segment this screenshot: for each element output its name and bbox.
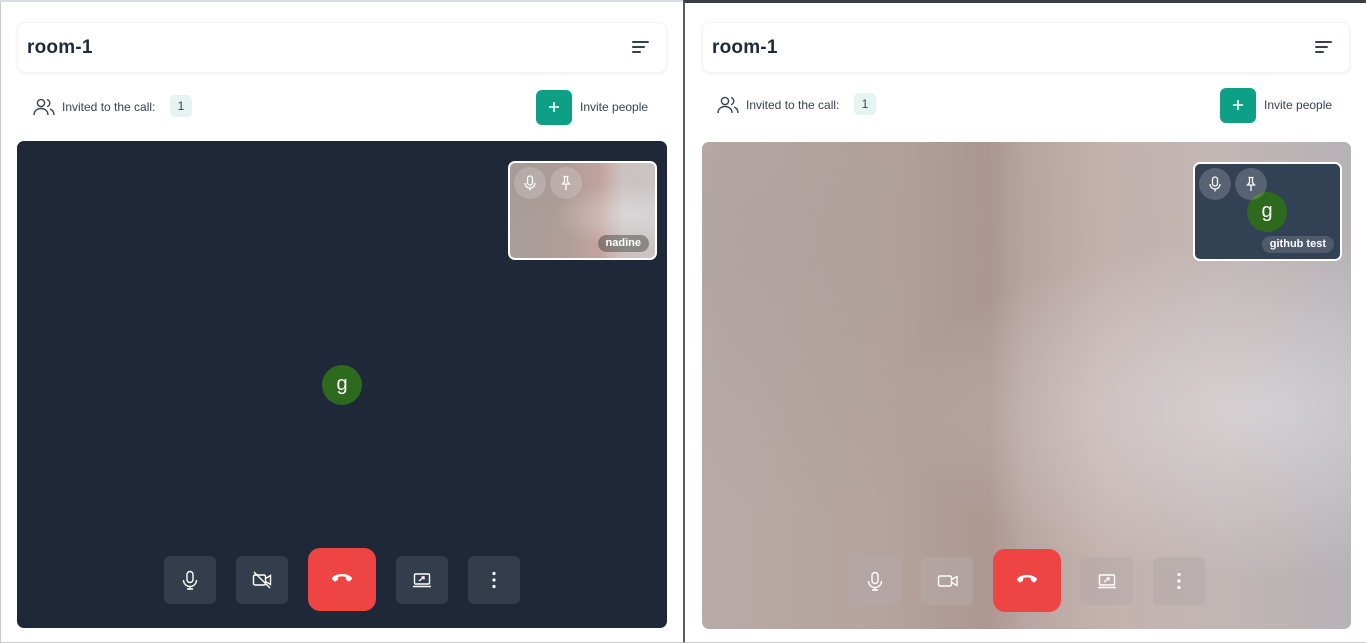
invite-people-label[interactable]: Invite people bbox=[580, 100, 648, 114]
room-title: room-1 bbox=[712, 37, 778, 58]
mic-icon bbox=[1209, 176, 1221, 192]
screen-share-icon bbox=[1098, 574, 1116, 589]
call-controls bbox=[849, 549, 1205, 613]
room-title: room-1 bbox=[27, 37, 93, 58]
menu-icon[interactable] bbox=[1315, 39, 1333, 55]
video-off-icon bbox=[252, 571, 272, 589]
hang-up-button[interactable] bbox=[308, 548, 376, 611]
room-header: room-1 bbox=[17, 22, 667, 73]
invite-row: Invited to the call: 1 Invite people bbox=[33, 90, 653, 126]
more-vertical-icon bbox=[1177, 572, 1181, 590]
invite-people-button[interactable] bbox=[1220, 88, 1256, 123]
invite-people-label[interactable]: Invite people bbox=[1264, 98, 1332, 112]
invited-label: Invited to the call: bbox=[62, 100, 156, 114]
people-icon bbox=[717, 96, 739, 114]
thumbnail-mic-button[interactable] bbox=[1199, 168, 1231, 200]
invited-count-badge: 1 bbox=[170, 95, 192, 117]
screen-share-icon bbox=[413, 573, 431, 588]
pin-icon bbox=[561, 175, 571, 190]
mic-toggle-button[interactable] bbox=[849, 557, 901, 605]
thumbnail-mic-button[interactable] bbox=[514, 167, 546, 199]
mic-icon bbox=[524, 175, 536, 191]
thumbnail-pin-button[interactable] bbox=[1235, 168, 1267, 200]
main-avatar: g bbox=[322, 365, 362, 405]
participant-name-tag: github test bbox=[1261, 236, 1334, 253]
more-options-button[interactable] bbox=[468, 556, 520, 604]
invited-count-badge: 1 bbox=[854, 93, 876, 115]
mic-icon bbox=[867, 571, 883, 591]
plus-icon bbox=[549, 102, 559, 112]
room-header: room-1 bbox=[702, 22, 1350, 73]
main-video-stage: g nadine bbox=[17, 141, 667, 628]
call-controls bbox=[164, 548, 520, 612]
more-vertical-icon bbox=[492, 571, 496, 589]
hang-up-button[interactable] bbox=[993, 549, 1061, 612]
camera-toggle-button[interactable] bbox=[236, 556, 288, 604]
people-icon bbox=[33, 98, 55, 116]
video-icon bbox=[937, 575, 958, 587]
mic-icon bbox=[182, 570, 198, 590]
pin-icon bbox=[1246, 176, 1256, 191]
screen-share-button[interactable] bbox=[396, 556, 448, 604]
participant-thumbnail[interactable]: g github test bbox=[1193, 162, 1342, 261]
phone-hangup-icon bbox=[331, 574, 353, 582]
invite-people-button[interactable] bbox=[536, 90, 572, 125]
phone-hangup-icon bbox=[1016, 575, 1038, 583]
thumbnail-pin-button[interactable] bbox=[550, 167, 582, 199]
menu-icon[interactable] bbox=[632, 39, 650, 55]
participant-name-tag: nadine bbox=[597, 235, 649, 252]
more-options-button[interactable] bbox=[1153, 557, 1205, 605]
camera-toggle-button[interactable] bbox=[921, 557, 973, 605]
mic-toggle-button[interactable] bbox=[164, 556, 216, 604]
invited-label: Invited to the call: bbox=[746, 98, 840, 112]
screen-share-button[interactable] bbox=[1081, 557, 1133, 605]
main-video-stage: g github test bbox=[702, 142, 1351, 629]
plus-icon bbox=[1233, 100, 1243, 110]
call-pane-left: room-1 Invited to the call: 1 Invite peo… bbox=[0, 0, 683, 643]
screen: room-1 Invited to the call: 1 Invite peo… bbox=[0, 0, 1366, 643]
invite-row: Invited to the call: 1 Invite people bbox=[717, 88, 1337, 124]
call-pane-right: room-1 Invited to the call: 1 Invite peo… bbox=[683, 0, 1366, 643]
participant-thumbnail[interactable]: nadine bbox=[508, 161, 657, 260]
